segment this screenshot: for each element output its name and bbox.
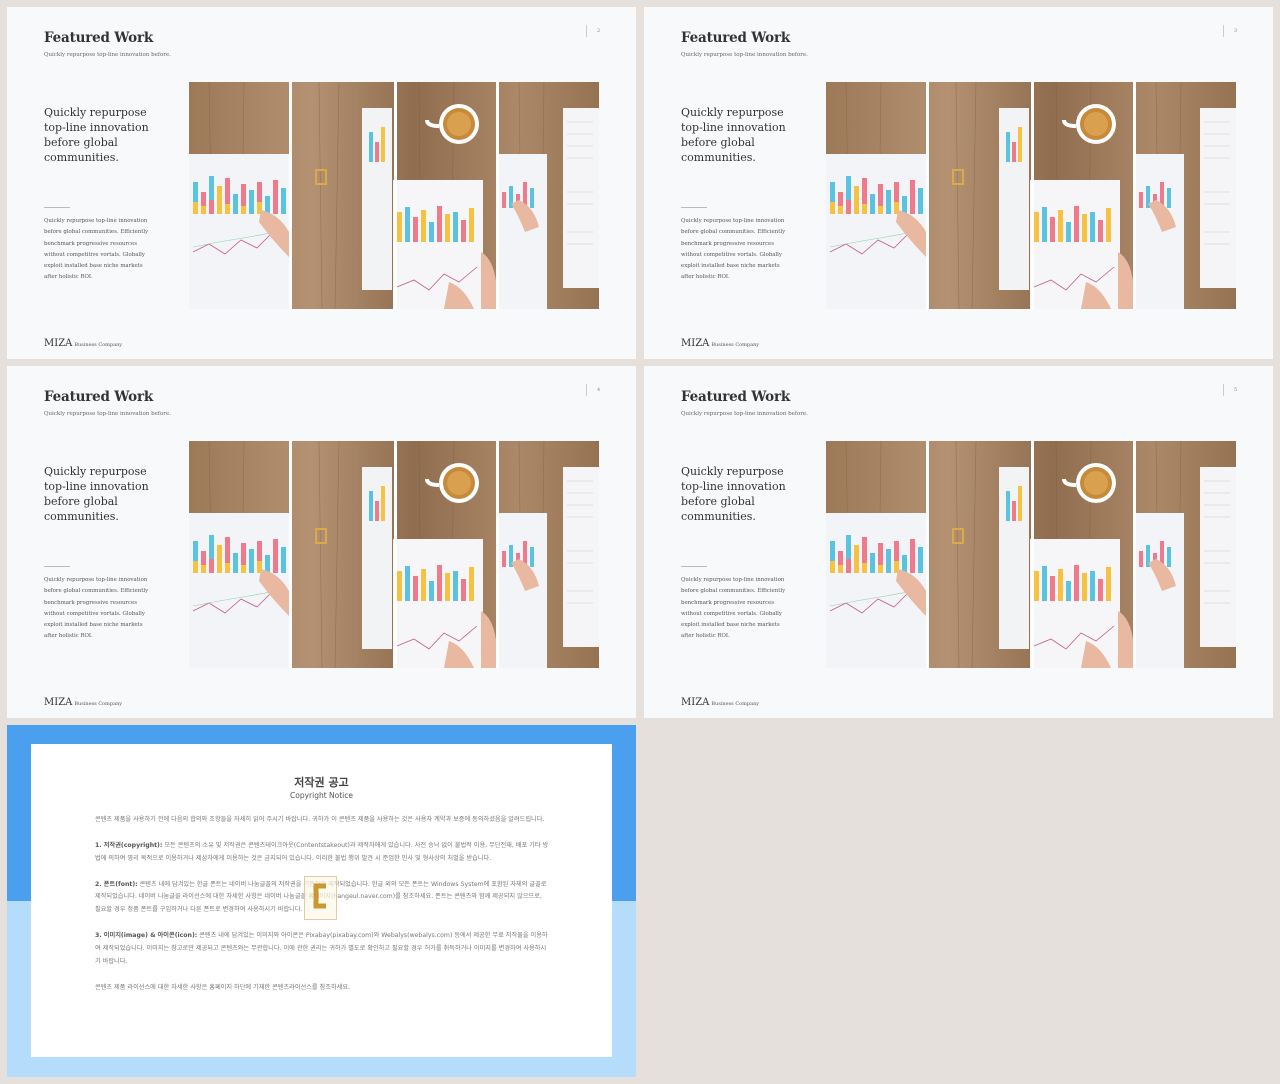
brand-subtitle: Business Company [74,342,123,348]
brand-logo: MIZA Business Company [681,697,759,708]
slide-headline: Quickly repurpose top-line innovation be… [44,465,149,523]
page-number: 3 [1234,28,1238,34]
brand-subtitle: Business Company [74,701,123,707]
slide-4[interactable]: Featured Work Quickly repurpose top-line… [7,366,636,718]
slide-body-text: Quickly repurpose top-line innovation be… [44,218,149,281]
section-1-heading: 1. 저작권(copyright): [95,841,163,849]
page-number: 2 [597,28,601,34]
slide-5[interactable]: Featured Work Quickly repurpose top-line… [644,366,1273,718]
page-number: 4 [597,387,601,393]
divider-rule [681,207,707,208]
brand-logo: MIZA Business Company [681,338,759,349]
slide-subtitle: Quickly repurpose top-line innovation be… [44,411,171,417]
slide-body-text: Quickly repurpose top-line innovation be… [681,577,786,640]
brand-name: MIZA [681,338,710,349]
copyright-outro: 콘텐츠 제품 라이선스에 대한 자세한 사항은 홈페이지 하단에 기재한 콘텐츠… [95,983,351,991]
page-number-divider [1223,25,1224,37]
brand-logo: MIZA Business Company [44,338,122,349]
slide-headline: Quickly repurpose top-line innovation be… [681,465,786,523]
watermark-logo-icon [304,876,337,920]
slide-title: Featured Work [681,30,791,46]
featured-photo [826,82,1236,309]
divider-rule [44,207,70,208]
section-2-heading: 2. 폰트(font): [95,880,138,888]
slide-body-text: Quickly repurpose top-line innovation be… [681,218,786,281]
brand-subtitle: Business Company [711,701,760,707]
section-1-body: 모든 콘텐츠의 소유 및 저작권은 콘텐츠테이크아웃(Contentstakeo… [95,841,549,862]
copyright-card: 저작권 공고 Copyright Notice 콘텐츠 제품을 사용하기 전에 … [31,744,612,1057]
slide-headline: Quickly repurpose top-line innovation be… [44,106,149,164]
page-number: 5 [1234,387,1238,393]
page-number-divider [586,384,587,396]
page-number-divider [586,25,587,37]
featured-photo [826,441,1236,668]
featured-photo [189,441,599,668]
slide-title: Featured Work [681,389,791,405]
page-number-divider [1223,384,1224,396]
copyright-subtitle: Copyright Notice [290,791,353,800]
copyright-title: 저작권 공고 [294,776,349,789]
slide-subtitle: Quickly repurpose top-line innovation be… [681,411,808,417]
brand-name: MIZA [44,697,73,708]
copyright-intro: 콘텐츠 제품을 사용하기 전에 다음의 합의와 조항들을 자세히 읽어 주시기 … [95,816,545,823]
divider-rule [681,566,707,567]
brand-logo: MIZA Business Company [44,697,122,708]
brand-name: MIZA [44,338,73,349]
slide-2[interactable]: Featured Work Quickly repurpose top-line… [7,7,636,359]
copyright-slide[interactable]: 저작권 공고 Copyright Notice 콘텐츠 제품을 사용하기 전에 … [7,725,636,1077]
featured-photo [189,82,599,309]
slide-3[interactable]: Featured Work Quickly repurpose top-line… [644,7,1273,359]
slide-headline: Quickly repurpose top-line innovation be… [681,106,786,164]
section-3-heading: 3. 이미지(image) & 아이콘(icon): [95,932,198,940]
slide-subtitle: Quickly repurpose top-line innovation be… [681,52,808,58]
copyright-section-3: 3. 이미지(image) & 아이콘(icon): 콘텐츠 내에 담겨있는 이… [95,930,549,969]
brand-subtitle: Business Company [711,342,760,348]
slide-subtitle: Quickly repurpose top-line innovation be… [44,52,171,58]
slide-title: Featured Work [44,389,154,405]
slide-title: Featured Work [44,30,154,46]
brand-name: MIZA [681,697,710,708]
slide-body-text: Quickly repurpose top-line innovation be… [44,577,149,640]
divider-rule [44,566,70,567]
copyright-section-1: 1. 저작권(copyright): 모든 콘텐츠의 소유 및 저작권은 콘텐츠… [95,840,549,866]
